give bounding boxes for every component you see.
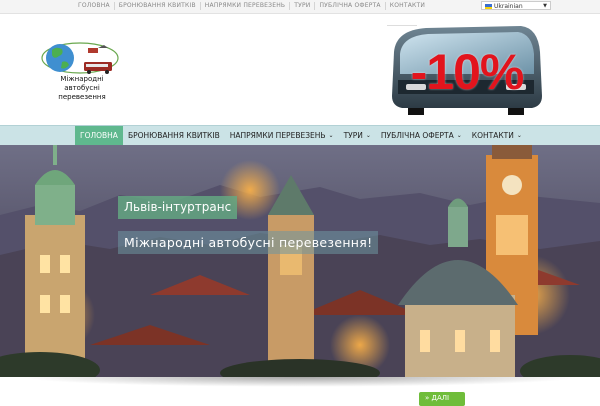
nav-item-contacts[interactable]: КОНТАКТИ ⌄: [467, 126, 527, 145]
top-nav-link-offer[interactable]: ПУБЛІЧНА ОФЕРТА: [314, 2, 384, 10]
nav-item-offer[interactable]: ПУБЛІЧНА ОФЕРТА ⌄: [376, 126, 467, 145]
nav-item-label: ПУБЛІЧНА ОФЕРТА: [380, 131, 454, 140]
top-nav-link-booking[interactable]: БРОНЮВАННЯ КВИТКІВ: [113, 2, 200, 10]
top-bar: ГОЛОВНА БРОНЮВАННЯ КВИТКІВ НАПРЯМКИ ПЕРЕ…: [0, 0, 600, 14]
chevron-down-icon: ⌄: [328, 132, 334, 139]
nav-item-label: КОНТАКТИ: [471, 131, 514, 140]
language-select[interactable]: Ukrainian ▼: [481, 1, 551, 10]
language-select-value: Ukrainian: [494, 3, 523, 10]
nav-item-tours[interactable]: ТУРИ ⌄: [339, 126, 376, 145]
hero-title: Львів-інтуртранс: [118, 196, 238, 219]
chevron-down-icon: ▼: [543, 3, 547, 9]
main-nav: ГОЛОВНА БРОНЮВАННЯ КВИТКІВ НАПРЯМКИ ПЕРЕ…: [0, 125, 600, 145]
top-nav-link-routes[interactable]: НАПРЯМКИ ПЕРЕВЕЗЕНЬ: [199, 2, 289, 10]
logo-text-line2: автобусні перевезення: [58, 84, 106, 101]
promo-discount: -10%: [410, 44, 525, 100]
top-nav: ГОЛОВНА БРОНЮВАННЯ КВИТКІВ НАПРЯМКИ ПЕРЕ…: [74, 2, 429, 10]
hero-subtitle: Міжнародні автобусні перевезення!: [118, 231, 379, 254]
nav-item-routes[interactable]: НАПРЯМКИ ПЕРЕВЕЗЕНЬ ⌄: [225, 126, 339, 145]
ukraine-flag-icon: [485, 4, 492, 9]
nav-item-home[interactable]: ГОЛОВНА: [75, 126, 123, 145]
top-nav-link-contacts[interactable]: КОНТАКТИ: [384, 2, 429, 10]
nav-item-booking[interactable]: БРОНЮВАННЯ КВИТКІВ: [123, 126, 225, 145]
slider-shadow: [20, 377, 580, 387]
nav-item-label: НАПРЯМКИ ПЕРЕВЕЗЕНЬ: [229, 131, 326, 140]
more-button-label: ДАЛІ: [431, 394, 450, 402]
chevron-down-icon: ⌄: [365, 132, 371, 139]
top-nav-link-home[interactable]: ГОЛОВНА: [74, 2, 114, 10]
nav-item-label: БРОНЮВАННЯ КВИТКІВ: [127, 131, 220, 140]
double-chevron-right-icon: »: [425, 394, 430, 402]
hero-slider: [0, 145, 600, 377]
nav-item-label: ГОЛОВНА: [80, 131, 118, 140]
chevron-down-icon: ⌄: [516, 132, 522, 139]
chevron-down-icon: ⌄: [456, 132, 462, 139]
top-nav-link-tours[interactable]: ТУРИ: [289, 2, 314, 10]
hero-city-image: [0, 145, 600, 377]
logo-text-line1: Міжнародні: [60, 75, 104, 83]
nav-item-label: ТУРИ: [343, 131, 363, 140]
more-button[interactable]: » ДАЛІ: [419, 392, 465, 406]
logo-text: Міжнародні автобусні перевезення: [42, 75, 122, 102]
